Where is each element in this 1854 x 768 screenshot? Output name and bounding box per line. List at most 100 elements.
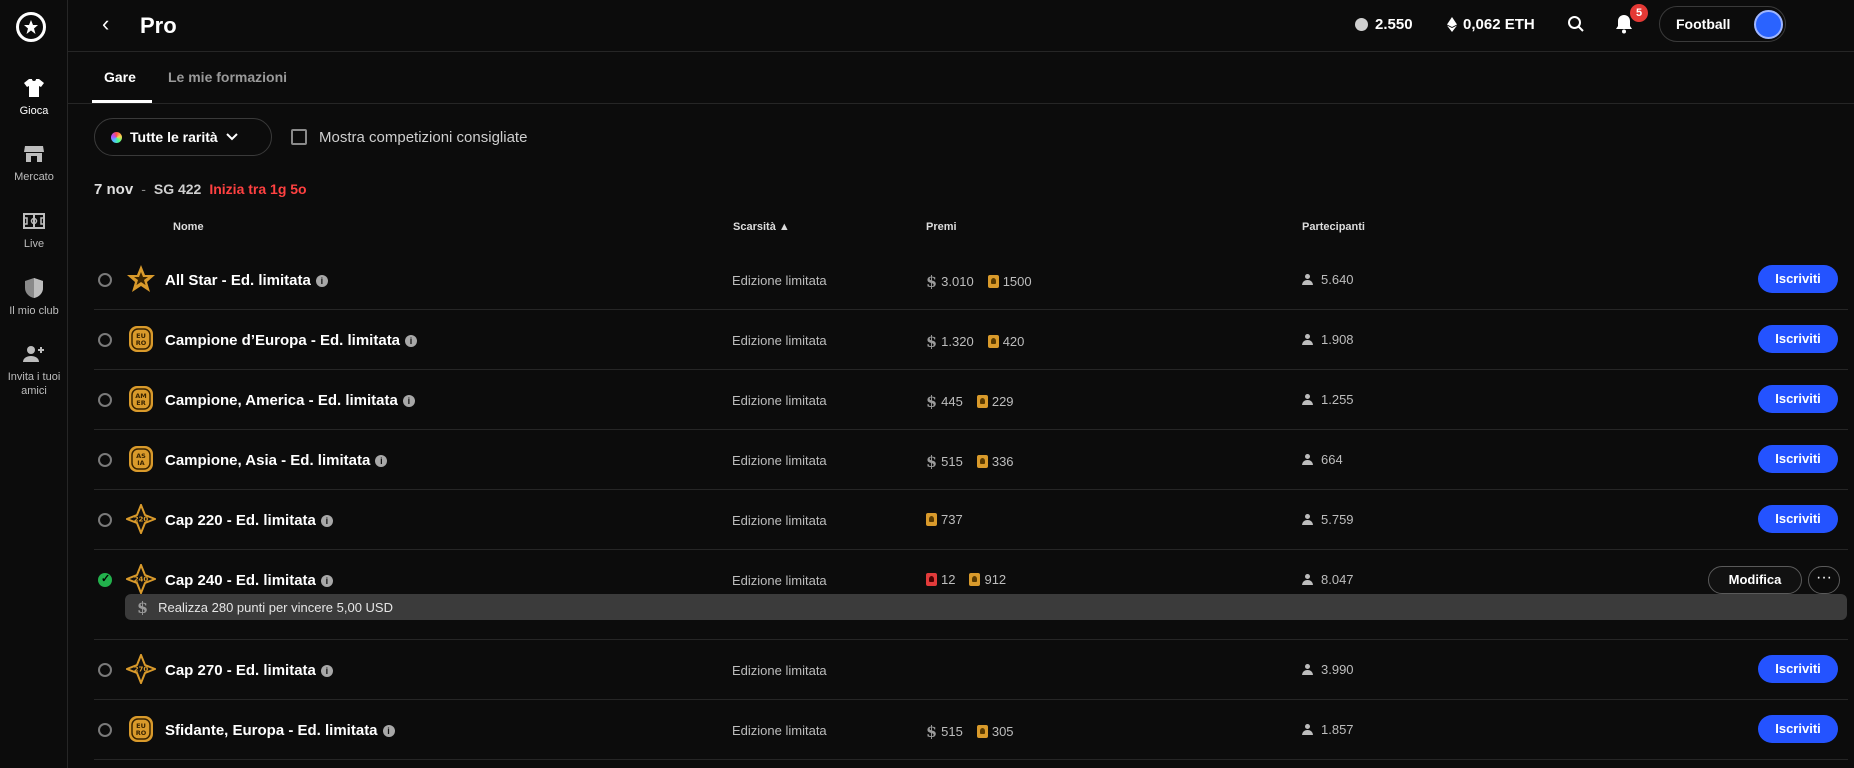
competition-rarity: Edizione limitata bbox=[732, 333, 827, 348]
cash-prize: 3.010 bbox=[941, 274, 974, 289]
info-icon[interactable]: i bbox=[375, 454, 388, 467]
selection-radio[interactable] bbox=[98, 453, 112, 467]
competition-rarity: Edizione limitata bbox=[732, 723, 827, 738]
competition-name-label: Sfidante, Europa - Ed. limitata bbox=[165, 722, 378, 739]
competition-name[interactable]: All Star - Ed. limitata i bbox=[165, 272, 328, 289]
gameweek-date: 7 nov bbox=[94, 181, 134, 198]
sidebar-item-il-mio-club[interactable]: Il mio club bbox=[0, 276, 68, 318]
card-prize: 336 bbox=[991, 454, 1014, 469]
unique-card-icon bbox=[926, 573, 937, 586]
selection-radio[interactable] bbox=[98, 723, 112, 737]
competition-rarity: Edizione limitata bbox=[732, 513, 827, 528]
back-button[interactable]: ‹ bbox=[102, 13, 109, 35]
card-prize: 737 bbox=[941, 512, 963, 527]
competition-row[interactable]: 220 Cap 220 - Ed. limitata i Edizione limit… bbox=[94, 490, 1848, 550]
cash-prize: 515 bbox=[941, 724, 963, 739]
coin-balance[interactable]: 2.550 bbox=[1355, 16, 1413, 33]
competition-prizes: $515 336 bbox=[926, 452, 1014, 471]
participants-count: 8.047 bbox=[1321, 572, 1354, 587]
chevron-down-icon bbox=[225, 133, 238, 141]
search-icon[interactable] bbox=[1567, 15, 1585, 33]
recommended-checkbox[interactable] bbox=[291, 129, 307, 145]
rarity-filter-dropdown[interactable]: Tutte le rarità bbox=[94, 118, 272, 156]
column-header-name[interactable]: Nome bbox=[173, 221, 204, 233]
sidebar-item-label: Il mio club bbox=[9, 305, 59, 317]
card-prize: 420 bbox=[1002, 334, 1025, 349]
sport-switcher-button[interactable]: Football bbox=[1659, 6, 1786, 42]
info-icon[interactable]: i bbox=[320, 514, 333, 527]
join-button[interactable]: Iscriviti bbox=[1758, 265, 1838, 293]
info-icon[interactable]: i bbox=[315, 274, 328, 287]
competition-name-label: Campione, America - Ed. limitata bbox=[165, 392, 398, 409]
selection-radio[interactable] bbox=[98, 273, 112, 287]
limited-card-icon bbox=[969, 573, 981, 586]
competition-row[interactable]: AS IA Campione, Asia - Ed. limitata i Edizio… bbox=[94, 430, 1848, 490]
competition-row[interactable]: EU RO Sfidante, Europa - Ed. limitata i Ediz… bbox=[94, 700, 1848, 760]
coin-icon bbox=[1355, 18, 1368, 31]
join-button[interactable]: Iscriviti bbox=[1758, 715, 1838, 743]
selection-radio[interactable] bbox=[98, 393, 112, 407]
join-button[interactable]: Iscriviti bbox=[1758, 385, 1838, 413]
participants-count: 1.857 bbox=[1321, 722, 1354, 737]
join-button[interactable]: Iscriviti bbox=[1758, 505, 1838, 533]
gameweek-id: SG 422 bbox=[153, 181, 202, 197]
competition-prizes: $515 305 bbox=[926, 722, 1014, 741]
competition-name[interactable]: Cap 270 - Ed. limitata i bbox=[165, 662, 333, 679]
competition-name[interactable]: Campione d’Europa - Ed. limitata i bbox=[165, 332, 418, 349]
person-icon bbox=[1302, 724, 1313, 735]
recommended-checkbox-label[interactable]: Mostra competizioni consigliate bbox=[319, 129, 527, 146]
competition-name[interactable]: Cap 240 - Ed. limitata i bbox=[165, 572, 333, 589]
info-icon[interactable]: i bbox=[320, 574, 333, 587]
joined-objective-banner: $ Realizza 280 punti per vincere 5,00 US… bbox=[125, 594, 1847, 620]
dollar-icon: $ bbox=[926, 452, 938, 471]
gameweek-header: 7 nov - SG 422 Inizia tra 1g 5o bbox=[94, 181, 307, 198]
competition-name[interactable]: Campione, Asia - Ed. limitata i bbox=[165, 452, 388, 469]
more-options-button[interactable]: ··· bbox=[1808, 566, 1840, 594]
column-header-rarity[interactable]: Scarsità ▲ bbox=[733, 221, 790, 233]
sidebar-item-mercato[interactable]: Mercato bbox=[0, 142, 68, 184]
competition-name[interactable]: Cap 220 - Ed. limitata i bbox=[165, 512, 333, 529]
limited-card-icon bbox=[987, 275, 999, 288]
participants-count: 5.640 bbox=[1321, 272, 1354, 287]
edit-lineup-button[interactable]: Modifica bbox=[1708, 566, 1802, 594]
participants-count: 1.255 bbox=[1321, 392, 1354, 407]
competition-name[interactable]: Campione, America - Ed. limitata i bbox=[165, 392, 415, 409]
info-icon[interactable]: i bbox=[320, 664, 333, 677]
person-icon bbox=[1302, 574, 1313, 585]
info-icon[interactable]: i bbox=[402, 394, 415, 407]
person-icon bbox=[1302, 454, 1313, 465]
selection-radio[interactable] bbox=[98, 572, 112, 587]
selection-radio[interactable] bbox=[98, 513, 112, 527]
gameweek-countdown: Inizia tra 1g 5o bbox=[209, 181, 307, 197]
tab-le-mie-formazioni[interactable]: Le mie formazioni bbox=[168, 69, 287, 85]
competition-row[interactable]: 270 Cap 270 - Ed. limitata i Edizione limit… bbox=[94, 640, 1848, 700]
join-button[interactable]: Iscriviti bbox=[1758, 325, 1838, 353]
competition-prizes: $3.010 1500 bbox=[926, 272, 1032, 291]
shield-icon bbox=[25, 278, 43, 298]
competition-row[interactable]: All Star - Ed. limitata i Edizione limitat… bbox=[94, 250, 1848, 310]
tab-gare[interactable]: Gare bbox=[104, 69, 136, 85]
sidebar-item-label: Gioca bbox=[19, 105, 49, 117]
app-logo-icon[interactable] bbox=[16, 12, 46, 42]
competition-name[interactable]: Sfidante, Europa - Ed. limitata i bbox=[165, 722, 395, 739]
competition-participants: 1.857 bbox=[1302, 722, 1354, 737]
eth-balance[interactable]: 0,062 ETH bbox=[1447, 16, 1535, 33]
rainbow-icon bbox=[111, 131, 122, 143]
sidebar-item-label: Invita i tuoi amici bbox=[7, 371, 61, 397]
join-button[interactable]: Iscriviti bbox=[1758, 655, 1838, 683]
sidebar-item-live[interactable]: Live bbox=[0, 209, 68, 251]
selection-radio[interactable] bbox=[98, 663, 112, 677]
competition-row[interactable]: EU RO Campione d’Europa - Ed. limitata i Edi… bbox=[94, 310, 1848, 370]
info-icon[interactable]: i bbox=[405, 334, 418, 347]
limited-card-icon bbox=[976, 395, 988, 408]
ethereum-icon bbox=[1447, 17, 1457, 32]
competition-row[interactable]: AM ER Campione, America - Ed. limitata i Edi… bbox=[94, 370, 1848, 430]
sidebar-item-gioca[interactable]: Gioca bbox=[0, 76, 68, 118]
selection-radio[interactable] bbox=[98, 333, 112, 347]
eth-amount: 0,062 ETH bbox=[1463, 16, 1535, 33]
sidebar-item-invita-amici[interactable]: Invita i tuoi amici bbox=[0, 342, 68, 398]
competition-participants: 664 bbox=[1302, 452, 1343, 467]
info-icon[interactable]: i bbox=[382, 724, 395, 737]
svg-text:ER: ER bbox=[136, 399, 145, 407]
join-button[interactable]: Iscriviti bbox=[1758, 445, 1838, 473]
